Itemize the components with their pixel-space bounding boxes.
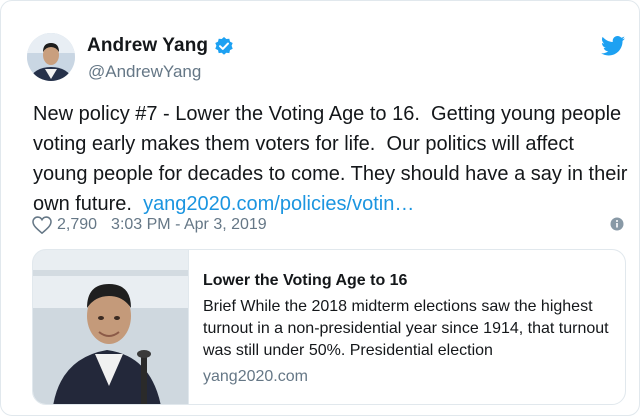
author-handle[interactable]: @AndrewYang [88, 62, 201, 82]
info-icon[interactable] [609, 216, 625, 232]
link-card-domain: yang2020.com [203, 368, 308, 385]
link-preview-card[interactable]: Lower the Voting Age to 16 Brief While t… [32, 249, 626, 405]
tweet-card: Andrew Yang @AndrewYang New policy #7 - … [0, 0, 640, 416]
heart-icon[interactable] [32, 216, 52, 235]
tweet-meta: 2,790 3:03 PM - Apr 3, 2019 [32, 216, 267, 235]
link-card-image [33, 250, 189, 404]
tweet-link[interactable]: yang2020.com/policies/votin… [143, 193, 414, 215]
link-card-title: Lower the Voting Age to 16 [203, 272, 408, 289]
like-count[interactable]: 2,790 [57, 216, 97, 234]
tweet-timestamp[interactable]: 3:03 PM - Apr 3, 2019 [111, 216, 267, 234]
author-name-row: Andrew Yang [87, 35, 234, 57]
author-name[interactable]: Andrew Yang [87, 35, 208, 57]
tweet-text: New policy #7 - Lower the Voting Age to … [33, 99, 633, 219]
link-card-description: Brief While the 2018 midterm elections s… [203, 298, 609, 359]
verified-icon [214, 36, 234, 56]
twitter-bird-icon[interactable] [601, 35, 625, 57]
avatar[interactable] [27, 33, 75, 81]
